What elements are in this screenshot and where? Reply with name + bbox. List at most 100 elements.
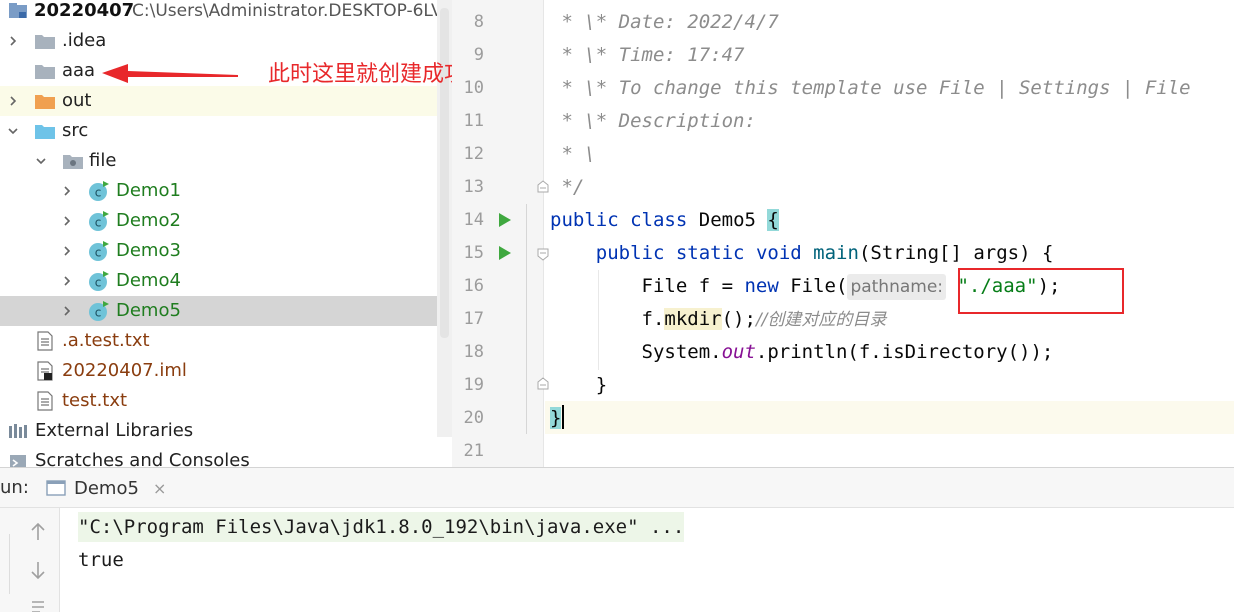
fold-marker-icon[interactable] — [536, 180, 550, 194]
tree-row-demo4[interactable]: c Demo4 — [0, 266, 452, 296]
tree-label-test-txt: test.txt — [62, 390, 128, 411]
code-line-20: } — [550, 402, 562, 435]
tree-label-demo4: Demo4 — [116, 270, 181, 291]
run-tab-label: Demo5 — [74, 477, 139, 499]
chevron-right-icon[interactable] — [60, 296, 74, 326]
tree-row-root[interactable]: 20220407 C:\Users\Administrator.DESKTOP-… — [0, 0, 452, 26]
tree-row-external-libraries[interactable]: External Libraries — [0, 416, 452, 446]
tree-label-scratches: Scratches and Consoles — [35, 450, 250, 467]
line-number: 14 — [463, 210, 484, 230]
close-brace: } — [595, 374, 608, 396]
tree-label-src: src — [62, 120, 89, 141]
tree-row-demo2[interactable]: c Demo2 — [0, 206, 452, 236]
code-text: .println(f.isDirectory()); — [755, 341, 1054, 363]
code-line-14: public class Demo5 { — [550, 204, 779, 237]
current-line-highlight — [545, 401, 1234, 434]
chevron-right-icon[interactable] — [6, 86, 20, 116]
package-icon — [62, 146, 84, 176]
tree-row-out[interactable]: out — [0, 86, 452, 116]
fold-marker-icon[interactable] — [536, 377, 550, 391]
chevron-right-icon[interactable] — [60, 266, 74, 296]
line-number: 15 — [463, 243, 484, 263]
svg-text:c: c — [95, 276, 102, 290]
root-project-path: C:\Users\Administrator.DESKTOP-6LV — [132, 1, 443, 21]
console-output-line: "C:\Program Files\Java\jdk1.8.0_192\bin\… — [78, 512, 685, 542]
run-triangle-icon[interactable] — [498, 245, 512, 261]
keyword: void — [755, 242, 802, 264]
svg-text:c: c — [95, 216, 102, 230]
keyword: static — [675, 242, 745, 264]
line-number: 21 — [463, 441, 484, 461]
tree-row-file-package[interactable]: file — [0, 146, 452, 176]
tree-row-demo3[interactable]: c Demo3 — [0, 236, 452, 266]
chevron-down-icon[interactable] — [34, 146, 48, 176]
arrow-up-icon[interactable] — [24, 518, 52, 546]
chevron-right-icon[interactable] — [60, 236, 74, 266]
line-number: 8 — [473, 12, 484, 32]
indent-guide — [526, 204, 527, 434]
code-line-15: public static void main(String[] args) { — [550, 237, 1054, 270]
java-class-icon: c — [88, 296, 110, 326]
tree-label-out: out — [62, 90, 92, 111]
code-line-8: * \* Date: 2022/4/7 — [550, 11, 779, 33]
iml-file-icon — [36, 356, 54, 386]
fold-marker-icon[interactable] — [536, 247, 550, 261]
open-brace: { — [767, 209, 779, 231]
code-editor[interactable]: 8 9 10 11 12 13 14 15 16 17 18 19 20 21 … — [452, 0, 1234, 467]
chevron-right-icon[interactable] — [6, 26, 20, 56]
tree-row-idea[interactable]: .idea — [0, 26, 452, 56]
static-field: out — [721, 341, 756, 363]
tree-row-src[interactable]: src — [0, 116, 452, 146]
chevron-right-icon[interactable] — [60, 176, 74, 206]
arrow-down-icon[interactable] — [24, 556, 52, 584]
svg-text:c: c — [95, 246, 102, 260]
folder-icon — [34, 26, 56, 56]
text-file-icon — [36, 326, 54, 356]
source-folder-icon — [34, 116, 56, 146]
editor-gutter: 8 9 10 11 12 13 14 15 16 17 18 19 20 21 — [452, 0, 549, 467]
tree-label-idea: .idea — [62, 30, 107, 51]
libraries-icon — [8, 416, 30, 446]
line-number: 10 — [463, 78, 484, 98]
line-number: 9 — [473, 45, 484, 65]
module-folder-icon — [8, 0, 28, 26]
annotation-highlight-box — [958, 268, 1124, 314]
tree-label-aaa: aaa — [62, 60, 96, 81]
tree-label-a-test-txt: .a.test.txt — [62, 330, 150, 351]
code-text: File f = — [641, 275, 745, 297]
code-text: (); — [721, 308, 756, 330]
method-name: mkdir — [664, 308, 722, 330]
project-tool-window: 20220407 C:\Users\Administrator.DESKTOP-… — [0, 0, 452, 467]
soft-wrap-icon[interactable] — [24, 594, 52, 612]
tree-row-test-txt[interactable]: test.txt — [0, 386, 452, 416]
run-tool-window: un: Demo5 × "C:\Program Files\Java\jdk1.… — [0, 467, 1234, 612]
keyword: public — [595, 242, 665, 264]
java-class-icon: c — [88, 176, 110, 206]
tree-row-demo5[interactable]: c Demo5 — [0, 296, 452, 326]
line-number: 19 — [463, 375, 484, 395]
text-file-icon — [36, 386, 54, 416]
run-triangle-icon[interactable] — [498, 212, 512, 228]
chevron-right-icon[interactable] — [60, 206, 74, 236]
run-tab-demo5[interactable]: Demo5 × — [46, 468, 166, 508]
code-line-17: f.mkdir();//创建对应的目录 — [550, 303, 886, 336]
chevron-down-icon[interactable] — [6, 116, 20, 146]
tree-label-file: file — [89, 150, 117, 171]
close-icon[interactable]: × — [153, 479, 166, 498]
tree-label-external-libraries: External Libraries — [35, 420, 194, 441]
tree-label-demo2: Demo2 — [116, 210, 181, 231]
console-tab-icon — [46, 480, 66, 496]
scratches-icon — [8, 446, 30, 467]
folder-icon — [34, 56, 56, 86]
tree-row-scratches[interactable]: Scratches and Consoles — [0, 446, 452, 467]
line-comment: //创建对应的目录 — [755, 310, 887, 330]
annotation-arrow-icon — [102, 64, 238, 83]
line-number: 13 — [463, 177, 484, 197]
tree-row-a-test-txt[interactable]: .a.test.txt — [0, 326, 452, 356]
method-name: main — [813, 242, 859, 264]
keyword: public — [550, 209, 619, 231]
tree-row-iml[interactable]: 20220407.iml — [0, 356, 452, 386]
run-label: un: — [0, 477, 29, 498]
tree-label-iml: 20220407.iml — [62, 360, 187, 381]
tree-row-demo1[interactable]: c Demo1 — [0, 176, 452, 206]
